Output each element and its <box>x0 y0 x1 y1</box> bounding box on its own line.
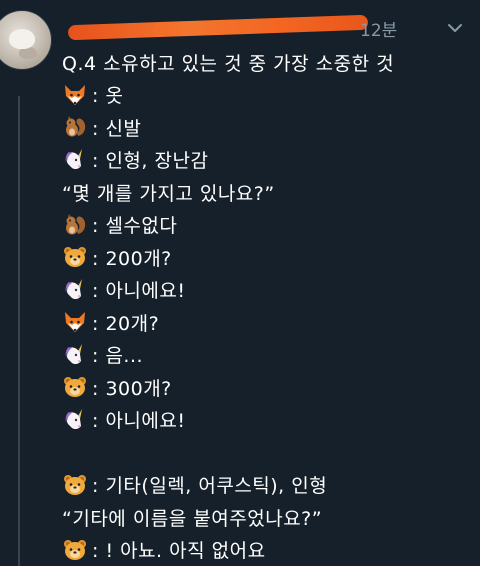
bear-face-icon <box>62 538 88 562</box>
timestamp[interactable]: 12분 <box>360 16 397 41</box>
bear-face-icon <box>62 473 88 497</box>
fox-face-icon <box>62 310 88 334</box>
tweet-line-text: : 셀수없다 <box>92 215 178 238</box>
fox-face-icon <box>62 83 88 107</box>
tweet-line: : 200개? <box>62 241 472 274</box>
tweet-line: : 아니에요! <box>62 404 472 437</box>
tweet-line-text: : 신발 <box>92 117 142 140</box>
unicorn-face-icon <box>62 278 88 302</box>
tweet-line-text: : 옷 <box>92 85 124 108</box>
tweet-line <box>62 436 472 469</box>
bear-face-icon <box>62 375 88 399</box>
tweet-line: : ! 아뇨. 아직 없어요 <box>62 534 472 566</box>
tweet-line: : 아니에요! <box>62 274 472 307</box>
bear-face-icon <box>62 245 88 269</box>
tweet-line-text: “기타에 이름을 붙여주었나요?” <box>62 507 323 530</box>
tweet-line-text: : 아니에요! <box>92 280 186 303</box>
squirrel-icon <box>62 213 88 237</box>
tweet-line-text: : 아니에요! <box>92 410 186 433</box>
tweet-line: “몇 개를 가지고 있나요?” <box>62 176 472 209</box>
squirrel-icon <box>62 115 88 139</box>
tweet-line-text: : 300개? <box>92 377 172 400</box>
tweet-line-text: Q.4 소유하고 있는 것 중 가장 소중한 것 <box>62 52 395 75</box>
tweet-line: “기타에 이름을 붙여주었나요?” <box>62 501 472 534</box>
avatar[interactable] <box>0 10 52 70</box>
tweet-line: : 신발 <box>62 111 472 144</box>
unicorn-face-icon <box>62 408 88 432</box>
tweet-line-text: : 인형, 장난감 <box>92 150 209 173</box>
tweet-line: Q.4 소유하고 있는 것 중 가장 소중한 것 <box>62 46 472 79</box>
tweet-line: : 기타(일렉, 어쿠스틱), 인형 <box>62 469 472 502</box>
unicorn-face-icon <box>62 343 88 367</box>
tweet-line: : 20개? <box>62 306 472 339</box>
tweet-line: : 옷 <box>62 79 472 112</box>
tweet-line-text: “몇 개를 가지고 있나요?” <box>62 182 275 205</box>
tweet-line-text: : 기타(일렉, 어쿠스틱), 인형 <box>92 475 328 498</box>
tweet-line-text: : 20개? <box>92 312 160 335</box>
tweet-line-text: : 음... <box>92 345 144 368</box>
thread-line <box>18 96 20 566</box>
tweet-line: : 인형, 장난감 <box>62 144 472 177</box>
tweet-line: : 셀수없다 <box>62 209 472 242</box>
tweet-line-text: : 200개? <box>92 247 172 270</box>
tweet-line: : 음... <box>62 339 472 372</box>
tweet-line: : 300개? <box>62 371 472 404</box>
redaction-mark <box>67 14 369 41</box>
tweet-line-text: : ! 아뇨. 아직 없어요 <box>92 540 266 563</box>
tweet-header: @ 12분 <box>62 14 472 44</box>
chevron-down-icon[interactable] <box>447 20 463 36</box>
unicorn-face-icon <box>62 148 88 172</box>
tweet-text: Q.4 소유하고 있는 것 중 가장 소중한 것 : 옷 : 신발 : 인형, … <box>62 46 472 566</box>
